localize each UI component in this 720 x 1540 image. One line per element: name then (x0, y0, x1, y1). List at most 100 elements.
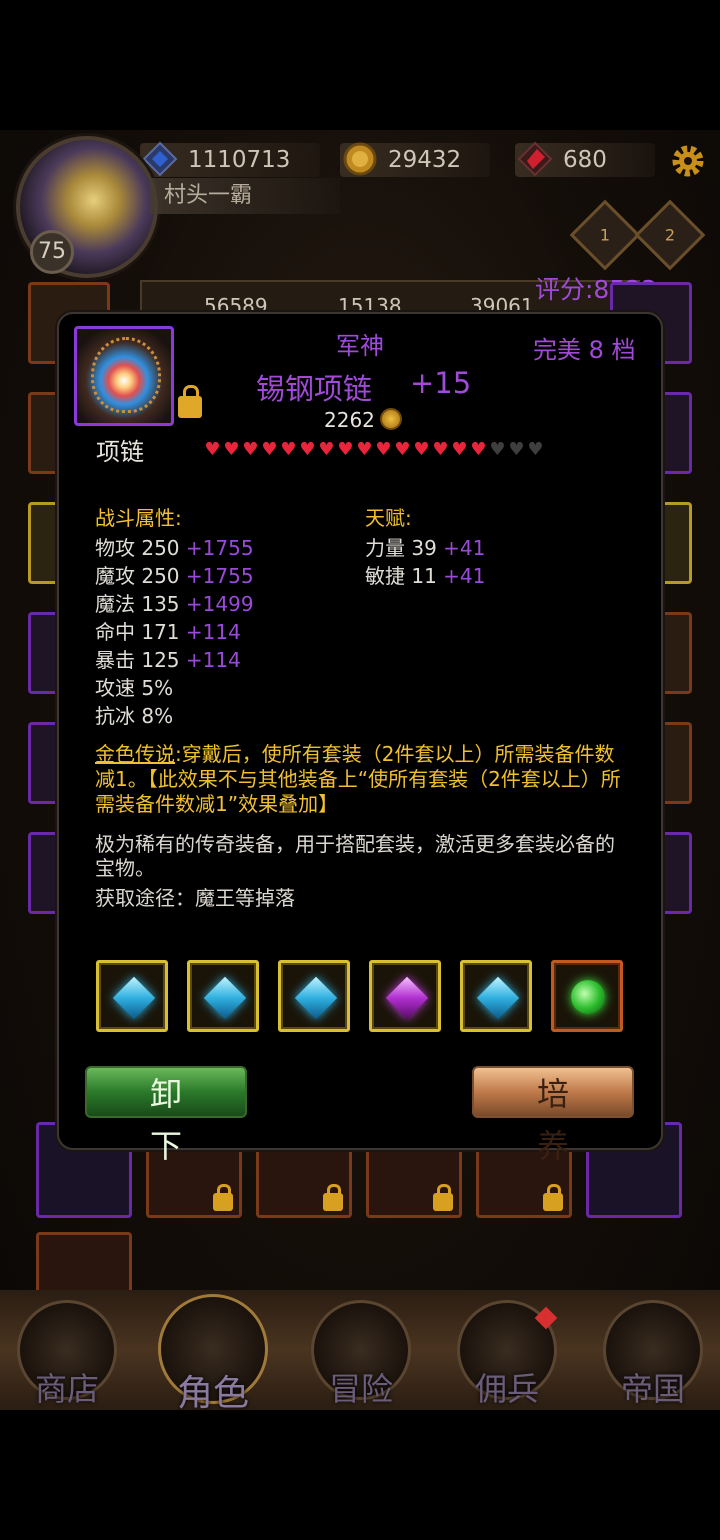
unequip-button[interactable]: 卸下 (85, 1066, 247, 1165)
heart-filled-icon: ♥ (204, 439, 221, 460)
nav-empire-label: 帝国 (620, 1370, 685, 1408)
nav-character-label: 角色 (176, 1373, 249, 1414)
player-level-badge: 75 (30, 230, 74, 274)
diamond-value: 1110713 (188, 147, 291, 173)
combat-stat-row: 物攻 250 +1755 (95, 532, 254, 561)
gem-socket-4[interactable] (369, 960, 441, 1032)
heart-empty-icon: ♥ (489, 439, 506, 460)
stat-bonus: +1755 (185, 536, 254, 560)
player-name: 村头一霸 (150, 178, 340, 214)
stat-label: 物攻 250 (95, 536, 180, 560)
cultivate-button[interactable]: 培养 (472, 1066, 634, 1165)
combat-stat-row: 命中 171 +114 (95, 616, 241, 645)
heart-filled-icon: ♥ (223, 439, 240, 460)
talent-title: 天赋: (365, 506, 412, 530)
combat-stat-row: 魔法 135 +1499 (95, 588, 254, 617)
nav-shop[interactable]: 商店 (12, 1300, 122, 1410)
necklace-item-icon (74, 326, 174, 426)
heart-filled-icon: ♥ (451, 439, 468, 460)
settings-gear-icon[interactable] (670, 143, 706, 179)
stat-label: 抗冰 8% (95, 704, 174, 728)
stat-bonus: +41 (443, 564, 486, 588)
star-rating: ♥ ♥ ♥ ♥ ♥ ♥ ♥ ♥ ♥ ♥ ♥ ♥ ♥ ♥ ♥ ♥ ♥ ♥ (203, 440, 545, 460)
item-enhance-level: +15 (410, 366, 472, 400)
heart-filled-icon: ♥ (242, 439, 259, 460)
stat-label: 力量 39 (365, 536, 437, 560)
talent-stat-row: 力量 39 +41 (365, 532, 485, 561)
gem-socket-2[interactable] (187, 960, 259, 1032)
stat-label: 暴击 125 (95, 648, 180, 672)
rank-badge-1-label: 1 (599, 225, 611, 245)
gem-socket-3[interactable] (278, 960, 350, 1032)
combat-stat-row: 魔攻 250 +1755 (95, 560, 254, 589)
nav-character[interactable]: 角色 (158, 1294, 268, 1414)
nav-adventure-label: 冒险 (328, 1370, 393, 1408)
blue-gem-icon (294, 976, 338, 1020)
combat-stat-row: 暴击 125 +114 (95, 644, 241, 673)
stat-label: 魔攻 250 (95, 564, 180, 588)
item-type-label: 项链 (96, 438, 144, 466)
heart-empty-icon: ♥ (508, 439, 525, 460)
lock-icon (433, 1184, 453, 1211)
item-source: 获取途径：魔王等掉落 (95, 886, 295, 910)
talent-stat-row: 敏捷 11 +41 (365, 560, 485, 589)
purple-gem-icon (385, 976, 429, 1020)
gem-socket-1[interactable] (96, 960, 168, 1032)
ruby-value: 680 (563, 147, 607, 173)
diamond-counter: 1110713 (140, 141, 320, 177)
blue-gem-icon (203, 976, 247, 1020)
stat-bonus: +41 (443, 536, 486, 560)
heart-filled-icon: ♥ (413, 439, 430, 460)
heart-filled-icon: ♥ (432, 439, 449, 460)
gold-counter: 29432 (340, 142, 490, 177)
ruby-counter: 680 (515, 141, 655, 177)
combat-stat-row: 抗冰 8% (95, 700, 173, 729)
item-grade: 完美 8 档 (533, 336, 636, 364)
heart-filled-icon: ♥ (318, 439, 335, 460)
nav-shop-label: 商店 (34, 1370, 99, 1408)
item-set-name: 军神 (336, 332, 384, 360)
heart-filled-icon: ♥ (280, 439, 297, 460)
stat-bonus: +1499 (185, 592, 254, 616)
gold-coin-icon (380, 408, 402, 430)
gem-socket-6[interactable] (551, 960, 623, 1032)
heart-filled-icon: ♥ (470, 439, 487, 460)
blue-gem-icon (476, 976, 520, 1020)
gold-coin-icon (343, 142, 377, 176)
item-description: 极为稀有的传奇装备，用于搭配套装，激活更多套装必备的宝物。 (95, 832, 615, 880)
item-lock-icon[interactable] (178, 385, 202, 418)
stat-bonus: +114 (185, 620, 241, 644)
stat-bonus: +114 (185, 648, 241, 672)
gem-socket-5[interactable] (460, 960, 532, 1032)
stat-label: 攻速 5% (95, 676, 174, 700)
item-name: 锡钢项链 (256, 372, 373, 406)
nav-adventure[interactable]: 冒险 (306, 1300, 416, 1410)
stat-bonus: +1755 (185, 564, 254, 588)
necklace-chain (91, 337, 161, 413)
heart-empty-icon: ♥ (527, 439, 544, 460)
combat-stats-title: 战斗属性: (95, 506, 182, 530)
nav-mercenary-label: 佣兵 (474, 1370, 539, 1408)
gold-value: 29432 (388, 147, 462, 173)
item-price: 2262 (324, 408, 375, 432)
heart-filled-icon: ♥ (394, 439, 411, 460)
heart-filled-icon: ♥ (337, 439, 354, 460)
rank-badge-2-label: 2 (664, 225, 676, 245)
heart-filled-icon: ♥ (375, 439, 392, 460)
bottom-blank-area (0, 1410, 720, 1540)
lock-icon (213, 1184, 233, 1211)
stat-label: 魔法 135 (95, 592, 180, 616)
nav-empire[interactable]: 帝国 (598, 1300, 708, 1410)
legendary-effect-text: 金色传说:穿戴后，使所有套装（2件套以上）所需装备件数减1。【此效果不与其他装备… (95, 742, 630, 817)
lock-icon (543, 1184, 563, 1211)
ruby-icon (517, 141, 553, 177)
legendary-keyword: 金色传说 (95, 742, 175, 766)
heart-filled-icon: ♥ (299, 439, 316, 460)
heart-filled-icon: ♥ (261, 439, 278, 460)
heart-filled-icon: ♥ (356, 439, 373, 460)
stat-label: 命中 171 (95, 620, 180, 644)
green-gem-icon (571, 980, 605, 1014)
blue-gem-icon (112, 976, 156, 1020)
stat-label: 敏捷 11 (365, 564, 437, 588)
lock-icon (323, 1184, 343, 1211)
